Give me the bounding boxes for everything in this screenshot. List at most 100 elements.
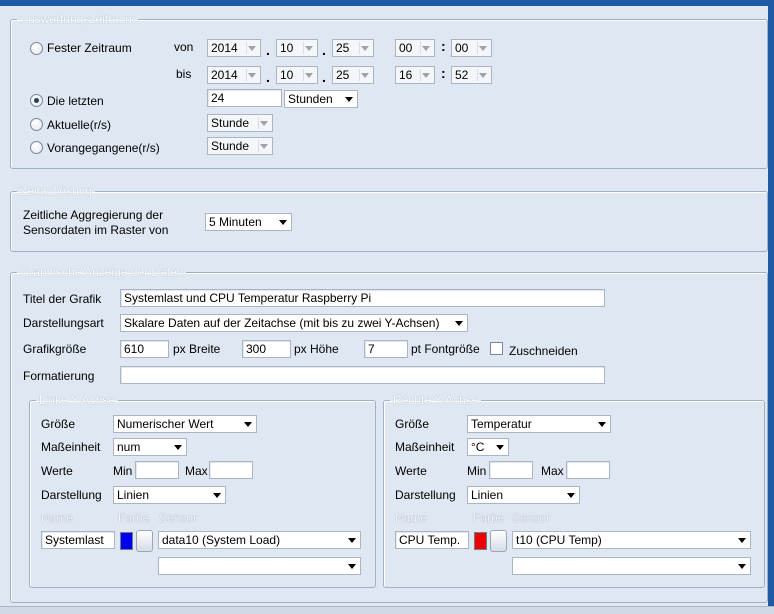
group-legend: Zeitauflösung [20, 184, 93, 198]
rechte-darstellung-select[interactable]: Linien [467, 486, 580, 504]
date-separator: . [322, 69, 326, 85]
von-year-select[interactable]: 2014 [207, 39, 261, 57]
von-hour-value: 00 [399, 41, 413, 55]
die-letzten-unit-select[interactable]: Stunden [284, 90, 358, 108]
fontgroesse-input[interactable]: 7 [364, 340, 408, 358]
bis-hour-select[interactable]: 16 [395, 66, 435, 84]
rechte-header-sensor: Sensor [512, 511, 551, 525]
bis-minute-select[interactable]: 52 [451, 66, 492, 84]
radio-vorangegangene[interactable] [30, 141, 43, 154]
radio-die-letzten[interactable] [30, 94, 43, 107]
aggregierung-value: 5 Minuten [209, 215, 262, 229]
group-legend: Auswertungszeitraum [20, 12, 136, 26]
von-minute-select[interactable]: 00 [451, 39, 492, 57]
chevron-down-icon [213, 493, 221, 498]
rechte-groesse-select[interactable]: Temperatur [467, 415, 611, 433]
label-aktuelle: Aktuelle(r/s) [47, 118, 112, 132]
bis-month-value: 10 [280, 68, 294, 82]
formatierung-input[interactable] [120, 366, 605, 384]
chevron-down-icon [244, 422, 252, 427]
linke-sensor-select[interactable]: data10 (System Load) [158, 531, 361, 549]
group-legend: Rechte Y-Achse [393, 393, 479, 407]
chevron-down-icon [567, 493, 575, 498]
rechte-masseinheit-select[interactable]: °C [467, 438, 509, 456]
bis-minute-value: 52 [455, 68, 469, 82]
window-title-bar [0, 0, 774, 6]
time-separator: : [441, 38, 446, 54]
linke-label-min: Min [113, 464, 133, 478]
rechte-label-groesse: Größe [395, 417, 430, 431]
label-aggregierung-line1: Zeitliche Aggregierung der [23, 208, 164, 222]
linke-header-farbe: Farbe [118, 511, 150, 525]
linke-groesse-select[interactable]: Numerischer Wert [113, 415, 257, 433]
aktuelle-unit-select[interactable]: Stunde [207, 114, 273, 132]
linke-name-input[interactable]: Systemlast [41, 531, 115, 549]
linke-sensor2-select[interactable] [158, 557, 361, 575]
linke-label-max: Max [185, 464, 208, 478]
aggregierung-select[interactable]: 5 Minuten [205, 213, 292, 231]
darstellungsart-select[interactable]: Skalare Daten auf der Zeitachse (mit bis… [120, 314, 468, 332]
linke-label-masseinheit: Maßeinheit [41, 440, 101, 454]
rechte-max-input[interactable] [566, 461, 610, 479]
chevron-down-icon [598, 422, 606, 427]
linke-min-input[interactable] [135, 461, 179, 479]
rechte-sensor-select[interactable]: t10 (CPU Temp) [512, 531, 751, 549]
von-month-value: 10 [280, 41, 294, 55]
hoehe-input[interactable]: 300 [242, 340, 291, 358]
chevron-down-icon [248, 73, 256, 78]
linke-groesse-value: Numerischer Wert [117, 417, 214, 431]
label-fester-zeitraum: Fester Zeitraum [47, 41, 132, 55]
vorangegangene-unit-select[interactable]: Stunde [207, 137, 273, 155]
rechte-masseinheit-value: °C [471, 440, 485, 454]
label-grafikgroesse: Grafikgröße [23, 342, 87, 356]
rechte-sensor2-select[interactable] [512, 557, 751, 575]
chevron-down-icon [361, 46, 369, 51]
rechte-groesse-value: Temperatur [471, 417, 532, 431]
bis-year-select[interactable]: 2014 [207, 66, 261, 84]
label-formatierung: Formatierung [23, 369, 95, 383]
linke-darstellung-select[interactable]: Linien [113, 486, 226, 504]
label-zuschneiden: Zuschneiden [509, 344, 578, 358]
linke-label-werte: Werte [41, 464, 73, 478]
von-year-value: 2014 [211, 41, 238, 55]
linke-masseinheit-select[interactable]: num [113, 438, 187, 456]
bis-day-select[interactable]: 25 [332, 66, 374, 84]
label-aggregierung-line2: Sensordaten im Raster von [23, 223, 169, 237]
radio-fester-zeitraum[interactable] [30, 42, 43, 55]
chevron-down-icon [496, 445, 504, 450]
rechte-header-name: Name [395, 511, 428, 525]
rechte-darstellung-value: Linien [471, 488, 504, 502]
chevron-down-icon [422, 73, 430, 78]
chevron-down-icon [348, 538, 356, 543]
rechte-color-swatch [474, 532, 487, 550]
linke-color-picker-button[interactable] [136, 530, 153, 552]
label-darstellungsart: Darstellungsart [23, 316, 104, 330]
linke-header-sensor: Sensor [159, 511, 198, 525]
linke-label-darstellung: Darstellung [41, 488, 102, 502]
breite-input[interactable]: 610 [120, 340, 169, 358]
label-bis: bis [176, 67, 192, 81]
bis-month-select[interactable]: 10 [276, 66, 318, 84]
linke-max-input[interactable] [209, 461, 253, 479]
chevron-down-icon [455, 321, 463, 326]
chevron-down-icon [348, 564, 356, 569]
die-letzten-input[interactable]: 24 [207, 89, 282, 107]
rechte-name-input[interactable]: CPU Temp. [395, 531, 469, 549]
zuschneiden-checkbox[interactable] [490, 342, 503, 355]
time-separator: : [441, 65, 446, 81]
radio-aktuelle[interactable] [30, 118, 43, 131]
chevron-down-icon [479, 46, 487, 51]
von-month-select[interactable]: 10 [276, 39, 318, 57]
rechte-min-input[interactable] [489, 461, 533, 479]
von-day-select[interactable]: 25 [332, 39, 374, 57]
group-legend: Graphische Anzeige der Daten [20, 265, 184, 279]
group-legend: Linke Y-Achse [39, 393, 116, 407]
rechte-label-darstellung: Darstellung [395, 488, 456, 502]
titel-input[interactable]: Systemlast und CPU Temperatur Raspberry … [120, 289, 605, 307]
label-pt-fontgroesse: pt Fontgröße [411, 342, 480, 356]
chevron-down-icon [248, 46, 256, 51]
rechte-label-masseinheit: Maßeinheit [395, 440, 455, 454]
von-hour-select[interactable]: 00 [395, 39, 435, 57]
label-titel: Titel der Grafik [23, 292, 102, 306]
rechte-color-picker-button[interactable] [490, 530, 507, 552]
